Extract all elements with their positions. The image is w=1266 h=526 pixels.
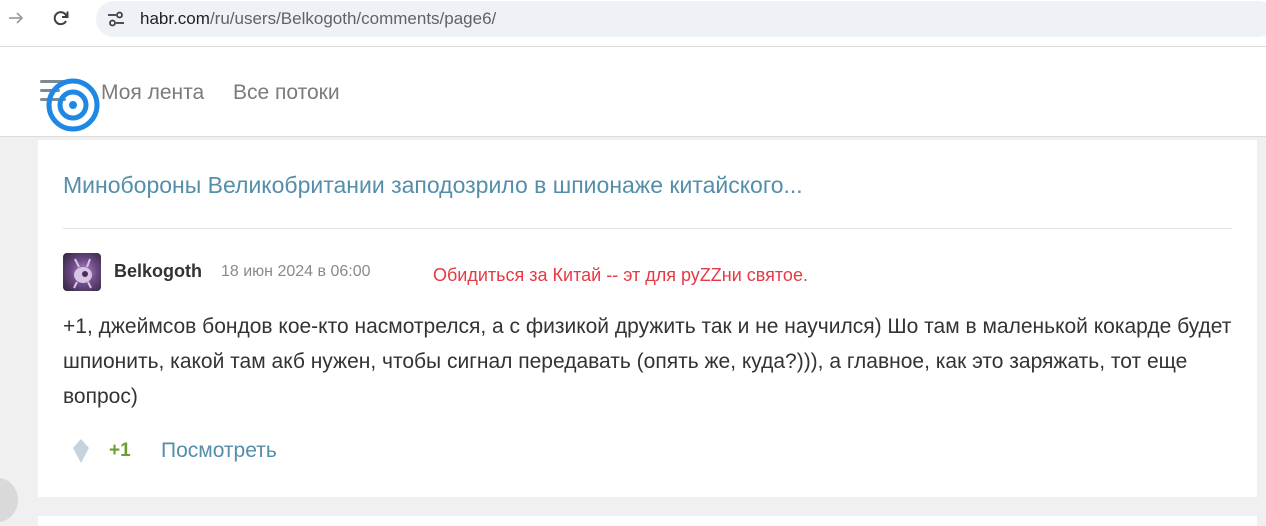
back-button[interactable] [3, 5, 29, 31]
comment-date[interactable]: 18 июн 2024 в 06:00 [221, 263, 370, 281]
reload-button[interactable] [48, 5, 74, 31]
divider [63, 228, 1232, 229]
nav-all-streams[interactable]: Все потоки [233, 81, 340, 105]
url-domain: habr.com [140, 9, 210, 28]
comment-body: +1, джеймсов бондов кое-кто насмотрелся,… [63, 315, 1232, 408]
site-header: Моя лента Все потоки [0, 47, 1266, 137]
nav-my-feed[interactable]: Моя лента [101, 81, 204, 105]
tune-icon [108, 11, 124, 27]
annotation-text: Обидиться за Китай -- эт для руZZни свят… [433, 265, 808, 285]
next-card-edge [38, 516, 1257, 526]
arrow-right-icon [9, 12, 24, 24]
avatar[interactable] [63, 253, 101, 291]
url-text: habr.com/ru/users/Belkogoth/comments/pag… [140, 9, 496, 29]
vote-icon[interactable] [72, 438, 90, 464]
post-title-link[interactable]: Минобороны Великобритании заподозрило в … [63, 172, 803, 199]
comment-author[interactable]: Belkogoth [114, 261, 202, 282]
avatar-creature-icon [73, 258, 92, 289]
reload-icon [53, 11, 69, 26]
url-path: /ru/users/Belkogoth/comments/page6/ [209, 9, 497, 28]
comment-card: Минобороны Великобритании заподозрило в … [38, 140, 1257, 497]
browser-toolbar: habr.com/ru/users/Belkogoth/comments/pag… [0, 0, 1266, 47]
comment-score: +1 [109, 440, 131, 461]
scroll-to-top-button[interactable] [0, 478, 18, 522]
address-bar[interactable]: habr.com/ru/users/Belkogoth/comments/pag… [96, 1, 1266, 37]
site-info-button[interactable] [104, 8, 128, 30]
view-comment-link[interactable]: Посмотреть [161, 439, 277, 463]
target-logo-icon[interactable] [45, 77, 101, 133]
